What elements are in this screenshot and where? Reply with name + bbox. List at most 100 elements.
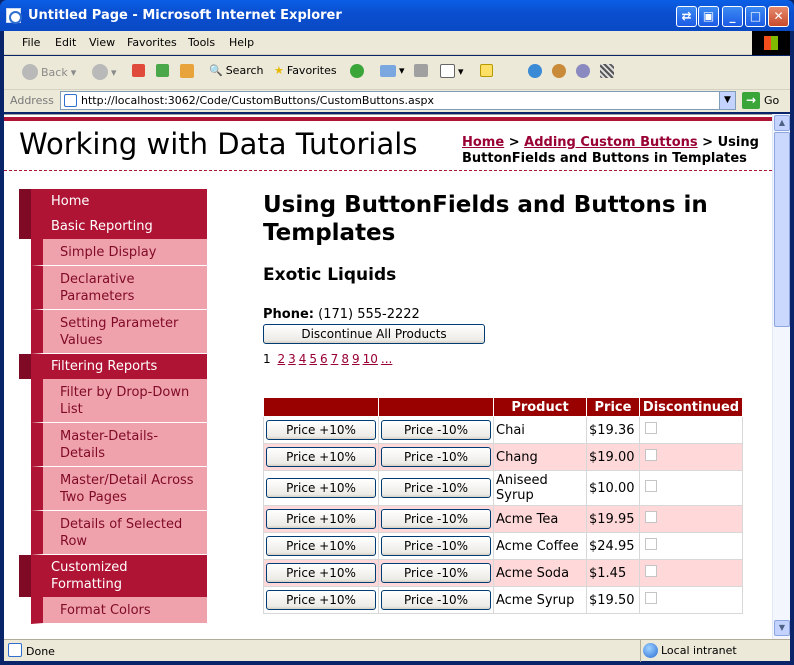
price-up-cell: Price +10% — [263, 443, 379, 471]
sidebar-sub-item[interactable]: Details of Selected Row — [31, 511, 207, 555]
menu-tools[interactable]: Tools — [188, 36, 215, 49]
sidebar-sub-item[interactable]: Filter by Drop-Down List — [31, 379, 207, 423]
price-down-cell: Price -10% — [378, 559, 494, 587]
close-button[interactable]: ✕ — [768, 6, 789, 27]
word-edit-icon — [440, 64, 455, 78]
forward-arrow-icon — [92, 64, 108, 80]
sidebar-sub-item[interactable]: Declarative Parameters — [31, 266, 207, 310]
stop-button[interactable] — [132, 64, 145, 77]
menu-edit[interactable]: Edit — [55, 36, 76, 49]
forward-button[interactable]: ▾ — [92, 64, 117, 80]
pager-page-link[interactable]: 6 — [320, 352, 328, 366]
pager-page-link[interactable]: 7 — [331, 352, 339, 366]
grid-header-price: Price — [586, 397, 640, 417]
price-up-button[interactable]: Price +10% — [266, 509, 376, 529]
price-down-button[interactable]: Price -10% — [381, 478, 491, 498]
sidebar-sub-item[interactable]: Master/Detail Across Two Pages — [31, 467, 207, 511]
price-down-button[interactable]: Price -10% — [381, 509, 491, 529]
messenger-button[interactable] — [552, 64, 566, 78]
price-down-button[interactable]: Price -10% — [381, 447, 491, 467]
price-up-button[interactable]: Price +10% — [266, 536, 376, 556]
help-window-icon[interactable]: ▣ — [698, 6, 719, 27]
back-button[interactable]: Back ▾ — [22, 64, 76, 80]
pager-page-link[interactable]: 2 — [277, 352, 285, 366]
price-down-cell: Price -10% — [378, 505, 494, 533]
products-grid: Product Price Discontinued Price +10% Pri… — [263, 397, 743, 614]
tools-button[interactable] — [576, 64, 590, 78]
sidebar-sub-item[interactable]: Format Colors — [31, 597, 207, 624]
discuss-note-icon — [480, 64, 493, 77]
price-up-button[interactable]: Price +10% — [266, 478, 376, 498]
search-button[interactable]: 🔍 Search — [209, 64, 264, 77]
pager-page-link[interactable]: 5 — [309, 352, 317, 366]
breadcrumb-parent-link[interactable]: Adding Custom Buttons — [524, 135, 697, 150]
address-url[interactable]: http://localhost:3062/Code/CustomButtons… — [81, 94, 434, 107]
supplier-name: Exotic Liquids — [263, 265, 397, 285]
price-up-button[interactable]: Price +10% — [266, 420, 376, 440]
address-dropdown-icon[interactable]: ▼ — [719, 92, 735, 109]
product-cell: Aniseed Syrup — [493, 470, 587, 506]
refresh-button[interactable] — [156, 64, 169, 77]
price-down-button[interactable]: Price -10% — [381, 420, 491, 440]
pager-page-link[interactable]: 8 — [341, 352, 349, 366]
home-button[interactable] — [180, 64, 194, 78]
price-up-button[interactable]: Price +10% — [266, 563, 376, 583]
address-input[interactable]: http://localhost:3062/Code/CustomButtons… — [60, 91, 736, 110]
vertical-scrollbar[interactable]: ▲ ▼ — [772, 114, 790, 639]
globe-icon — [528, 64, 542, 78]
pager-page-link[interactable]: 3 — [288, 352, 296, 366]
discontinued-checkbox — [645, 480, 657, 492]
scroll-up-icon[interactable]: ▲ — [774, 115, 790, 131]
mail-button[interactable]: ▾ — [380, 64, 405, 77]
menu-view[interactable]: View — [89, 36, 115, 49]
scroll-thumb[interactable] — [774, 132, 790, 327]
product-cell: Acme Tea — [493, 505, 587, 533]
price-cell: $19.36 — [586, 416, 640, 444]
discontinued-checkbox — [645, 538, 657, 550]
discontinue-all-button[interactable]: Discontinue All Products — [263, 324, 485, 344]
price-down-button[interactable]: Price -10% — [381, 563, 491, 583]
scroll-down-icon[interactable]: ▼ — [774, 620, 790, 636]
menu-favorites[interactable]: Favorites — [127, 36, 177, 49]
minimize-button[interactable]: _ — [722, 6, 743, 27]
sidebar-sub-item[interactable]: Master-Details-Details — [31, 423, 207, 467]
discuss-button[interactable] — [480, 64, 493, 77]
price-up-cell: Price +10% — [263, 559, 379, 587]
sidebar-sub-item[interactable]: Setting Parameter Values — [31, 310, 207, 354]
pager-page-link[interactable]: 10 — [363, 352, 378, 366]
favorites-button[interactable]: ★ Favorites — [274, 64, 337, 77]
breadcrumb-home-link[interactable]: Home — [462, 135, 504, 150]
discontinued-cell — [639, 443, 743, 471]
sidebar-section-item[interactable]: Filtering Reports — [19, 354, 207, 379]
menu-file[interactable]: File — [22, 36, 40, 49]
pager-page-link[interactable]: ... — [381, 352, 392, 366]
discontinued-checkbox — [645, 565, 657, 577]
discontinued-checkbox — [645, 592, 657, 604]
maximize-button[interactable]: □ — [745, 6, 766, 27]
print-button[interactable] — [414, 64, 428, 77]
sidebar-section-item[interactable]: Home — [19, 189, 207, 214]
go-button[interactable]: → Go — [742, 92, 779, 109]
menu-help[interactable]: Help — [229, 36, 254, 49]
research-button[interactable] — [528, 64, 542, 78]
sidebar-section-item[interactable]: Basic Reporting — [19, 214, 207, 239]
price-up-button[interactable]: Price +10% — [266, 447, 376, 467]
address-bar: Address http://localhost:3062/Code/Custo… — [4, 90, 790, 112]
extra-button[interactable] — [600, 64, 614, 78]
grid-icon — [600, 64, 614, 78]
pager-page-link[interactable]: 9 — [352, 352, 360, 366]
price-up-button[interactable]: Price +10% — [266, 590, 376, 610]
page-viewport: Working with Data Tutorials Home > Addin… — [4, 114, 772, 639]
menu-bar: File Edit View Favorites Tools Help — [4, 31, 790, 55]
search-icon: 🔍 — [209, 64, 223, 77]
table-row: Price +10% Price -10% Aniseed Syrup $10.00 — [263, 470, 743, 506]
edit-button[interactable]: ▾ — [440, 64, 464, 78]
sidebar-section-item[interactable]: Customized Formatting — [19, 555, 207, 597]
restore-switch-icon[interactable]: ⇄ — [676, 6, 697, 27]
price-down-button[interactable]: Price -10% — [381, 536, 491, 556]
sidebar-sub-item[interactable]: Simple Display — [31, 239, 207, 266]
status-bar: Done Local intranet — [4, 639, 790, 662]
price-down-button[interactable]: Price -10% — [381, 590, 491, 610]
pager-page-link[interactable]: 4 — [299, 352, 307, 366]
media-button[interactable] — [350, 64, 364, 78]
